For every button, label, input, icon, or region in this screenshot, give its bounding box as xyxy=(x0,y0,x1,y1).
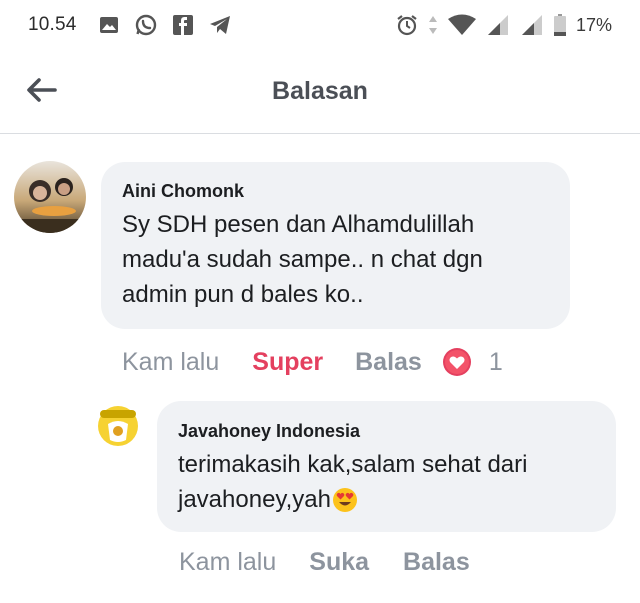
system-icons: 17% xyxy=(396,14,612,36)
like-button[interactable]: Suka xyxy=(309,548,369,577)
gallery-icon xyxy=(99,17,118,33)
wifi-icon xyxy=(447,14,476,35)
status-time: 10.54 xyxy=(28,14,77,35)
facebook-icon xyxy=(172,15,193,35)
javahoney-logo-icon xyxy=(90,400,146,456)
reply-button[interactable]: Balas xyxy=(403,548,470,577)
comment-time: Kam lalu xyxy=(122,347,220,376)
comment-time: Kam lalu xyxy=(179,548,277,576)
heart-eyes-emoji-icon xyxy=(333,487,357,512)
alarm-icon xyxy=(397,15,417,36)
battery-percent: 17% xyxy=(575,14,612,35)
comment-bubble-javahoney[interactable]: Javahoney Indonesia terimakasih kak,sala… xyxy=(157,401,616,532)
signal-2-icon xyxy=(521,15,542,35)
comment-bubble-aini[interactable]: Aini Chomonk Sy SDH pesen dan Alhamdulil… xyxy=(101,162,570,329)
reaction-summary[interactable]: 1 xyxy=(442,347,503,377)
comment-actions-javahoney: Kam lalu Suka Balas xyxy=(179,548,470,577)
profile-photo-icon xyxy=(14,161,86,233)
page-title: Balasan xyxy=(272,77,368,105)
whatsapp-icon xyxy=(135,14,156,36)
comment-text-line: admin pun d bales ko.. xyxy=(122,281,364,308)
status-bar: 10.54 17% xyxy=(0,0,640,50)
comment-text-line-with-emoji: javahoney,yah xyxy=(178,482,527,517)
comment-author[interactable]: Javahoney Indonesia xyxy=(178,421,360,442)
comment-text-line: Sy SDH pesen dan Alhamdulillah xyxy=(122,211,475,238)
comment-text-line: javahoney,yah xyxy=(178,486,331,513)
comment-text-line: terimakasih kak,salam sehat dari xyxy=(178,451,528,478)
comment-text-line: madu'a sudah sampe.. n chat dgn xyxy=(122,246,483,273)
comment-actions-aini: Kam lalu Super Balas 1 xyxy=(122,347,503,377)
signal-1-icon xyxy=(487,15,508,35)
comment-text: Sy SDH pesen dan Alhamdulillah madu'a su… xyxy=(122,207,483,312)
battery-icon xyxy=(553,14,566,36)
screen: 10.54 17% Balasan Aini Chomonk Sy SDH pe… xyxy=(0,0,640,603)
avatar-javahoney[interactable] xyxy=(90,400,146,456)
reaction-button[interactable]: Super xyxy=(252,348,323,377)
data-arrows-icon xyxy=(428,16,437,34)
avatar-aini[interactable] xyxy=(14,161,86,233)
comment-author[interactable]: Aini Chomonk xyxy=(122,181,244,202)
notification-icons xyxy=(99,14,231,36)
reply-button[interactable]: Balas xyxy=(355,348,422,377)
heart-reaction-icon xyxy=(442,348,471,376)
telegram-icon xyxy=(209,16,230,34)
reaction-count: 1 xyxy=(488,347,503,376)
comment-text: terimakasih kak,salam sehat dari javahon… xyxy=(178,447,527,517)
header-bar: Balasan xyxy=(0,50,640,134)
